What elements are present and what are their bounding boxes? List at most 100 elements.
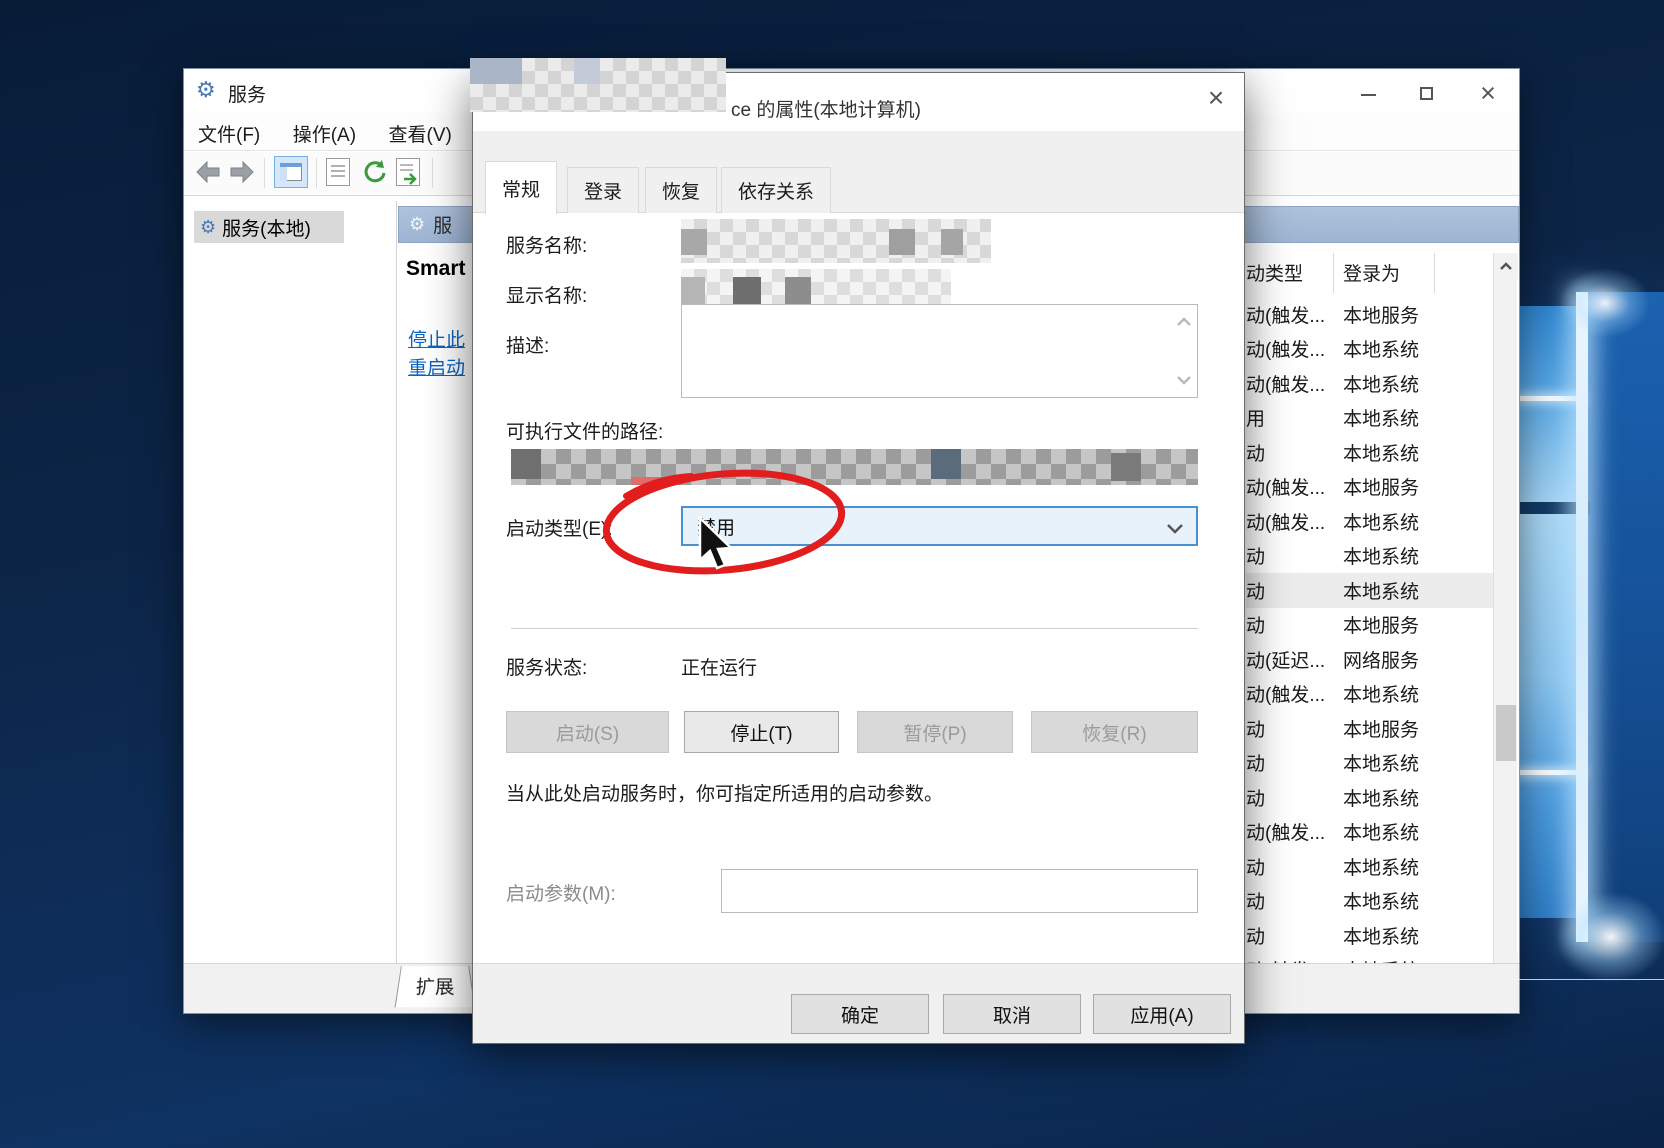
- tree-item-services-local[interactable]: ⚙ 服务(本地): [194, 211, 344, 243]
- table-row[interactable]: 动本地系统: [1246, 435, 1493, 470]
- row-logon-as: 本地系统: [1343, 439, 1419, 466]
- start-params-hint: 当从此处启动服务时，你可指定所适用的启动参数。: [506, 779, 943, 806]
- table-row[interactable]: 动(触发...本地系统: [1246, 366, 1493, 401]
- table-row[interactable]: 动本地系统: [1246, 849, 1493, 884]
- service-status-value: 正在运行: [681, 653, 757, 680]
- row-logon-as: 本地系统: [1343, 404, 1419, 431]
- row-startup-type: 动(触发...: [1246, 370, 1343, 397]
- menu-file[interactable]: 文件(F): [184, 113, 274, 147]
- stop-button[interactable]: 停止(T): [684, 711, 839, 753]
- minimize-button[interactable]: [1345, 79, 1391, 109]
- exe-path-label: 可执行文件的路径:: [506, 417, 663, 444]
- column-separator[interactable]: [1434, 253, 1435, 293]
- apply-button[interactable]: 应用(A): [1093, 994, 1231, 1034]
- censored-dialog-title: [470, 58, 726, 112]
- tab-logon[interactable]: 登录: [567, 167, 639, 213]
- export-list-icon[interactable]: [396, 158, 420, 186]
- row-logon-as: 本地系统: [1343, 370, 1419, 397]
- table-row[interactable]: 动(触发...本地系统: [1246, 332, 1493, 367]
- description-label: 描述:: [506, 331, 549, 358]
- scroll-up-icon[interactable]: [1494, 253, 1518, 279]
- row-startup-type: 动: [1246, 749, 1343, 776]
- resume-button[interactable]: 恢复(R): [1031, 711, 1198, 753]
- textarea-scroll-down-icon[interactable]: [1176, 375, 1192, 385]
- row-logon-as: 网络服务: [1343, 646, 1419, 673]
- scrollbar-thumb[interactable]: [1496, 705, 1516, 761]
- start-params-label: 启动参数(M):: [506, 879, 616, 906]
- maximize-button[interactable]: [1403, 79, 1449, 109]
- table-row[interactable]: 动本地系统: [1246, 539, 1493, 574]
- column-header-logon-as[interactable]: 登录为: [1343, 259, 1400, 286]
- row-startup-type: 动(触发...: [1246, 508, 1343, 535]
- row-logon-as: 本地系统: [1343, 508, 1419, 535]
- tab-dependencies[interactable]: 依存关系: [721, 167, 831, 213]
- service-properties-dialog: ce 的属性(本地计算机) × 常规 登录 恢复 依存关系 服务名称: 显示名称…: [472, 72, 1245, 1044]
- row-startup-type: 动(触发...: [1246, 335, 1343, 362]
- back-icon[interactable]: [194, 160, 222, 186]
- dialog-close-icon[interactable]: ×: [1196, 79, 1236, 119]
- display-name-label: 显示名称:: [506, 281, 587, 308]
- pause-button[interactable]: 暂停(P): [857, 711, 1013, 753]
- description-textarea[interactable]: [681, 304, 1198, 398]
- textarea-scroll-up-icon[interactable]: [1176, 317, 1192, 327]
- dialog-title: ce 的属性(本地计算机): [731, 95, 921, 122]
- table-row[interactable]: 动(触发...本地系统: [1246, 504, 1493, 539]
- row-startup-type: 动: [1246, 577, 1343, 604]
- wallpaper-window-glow: [1520, 292, 1664, 942]
- table-row[interactable]: 动(延迟...网络服务: [1246, 642, 1493, 677]
- row-logon-as: 本地系统: [1343, 577, 1419, 604]
- table-row[interactable]: 动(触发...本地系统: [1246, 677, 1493, 712]
- list-scrollbar[interactable]: [1493, 253, 1517, 979]
- stop-service-link[interactable]: 停止此: [408, 325, 465, 352]
- row-logon-as: 本地系统: [1343, 784, 1419, 811]
- services-list-rows: 动(触发...本地服务动(触发...本地系统动(触发...本地系统用本地系统动本…: [1246, 297, 1493, 979]
- column-separator[interactable]: [1333, 253, 1334, 293]
- row-logon-as: 本地服务: [1343, 301, 1419, 328]
- selected-service-name-partial: Smart: [406, 257, 466, 281]
- tab-extended[interactable]: 扩展: [395, 966, 476, 1007]
- console-tree-toggle-icon[interactable]: [274, 156, 308, 188]
- row-logon-as: 本地系统: [1343, 818, 1419, 845]
- forward-icon[interactable]: [228, 160, 256, 186]
- row-startup-type: 动: [1246, 784, 1343, 811]
- refresh-icon[interactable]: [360, 158, 390, 188]
- row-logon-as: 本地服务: [1343, 473, 1419, 500]
- column-header-startup-type[interactable]: 动类型: [1246, 259, 1303, 286]
- tree-item-label: 服务(本地): [222, 214, 311, 241]
- table-row[interactable]: 动本地服务: [1246, 711, 1493, 746]
- table-row[interactable]: 动本地系统: [1246, 780, 1493, 815]
- window-title: 服务: [228, 80, 266, 107]
- row-startup-type: 动: [1246, 922, 1343, 949]
- cancel-button[interactable]: 取消: [943, 994, 1081, 1034]
- row-startup-type: 动: [1246, 853, 1343, 880]
- table-row[interactable]: 动本地系统: [1246, 573, 1493, 608]
- tab-strip: 常规 登录 恢复 依存关系: [473, 131, 1244, 213]
- mouse-cursor: [698, 516, 746, 576]
- table-row[interactable]: 动本地系统: [1246, 918, 1493, 953]
- table-row[interactable]: 动(触发...本地服务: [1246, 470, 1493, 505]
- start-button[interactable]: 启动(S): [506, 711, 669, 753]
- start-params-input[interactable]: [721, 869, 1198, 913]
- table-row[interactable]: 动本地服务: [1246, 608, 1493, 643]
- table-row[interactable]: 动本地系统: [1246, 884, 1493, 919]
- row-startup-type: 动(延迟...: [1246, 646, 1343, 673]
- dialog-bottom-bar: 确定 取消 应用(A): [473, 963, 1244, 1043]
- table-row[interactable]: 用本地系统: [1246, 401, 1493, 436]
- services-node-icon: ⚙: [200, 217, 216, 238]
- separator: [511, 628, 1198, 629]
- properties-icon[interactable]: [326, 158, 350, 186]
- menu-view[interactable]: 查看(V): [375, 113, 466, 147]
- table-row[interactable]: 动本地系统: [1246, 746, 1493, 781]
- menu-action[interactable]: 操作(A): [279, 113, 370, 147]
- restart-service-link[interactable]: 重启动: [408, 353, 465, 380]
- window-close-button[interactable]: ×: [1465, 79, 1511, 109]
- tab-recovery[interactable]: 恢复: [645, 167, 717, 213]
- console-tree-panel: ⚙ 服务(本地): [186, 201, 397, 963]
- ok-button[interactable]: 确定: [791, 994, 929, 1034]
- row-logon-as: 本地系统: [1343, 335, 1419, 362]
- table-row[interactable]: 动(触发...本地服务: [1246, 297, 1493, 332]
- row-logon-as: 本地系统: [1343, 853, 1419, 880]
- table-row[interactable]: 动(触发...本地系统: [1246, 815, 1493, 850]
- tab-general[interactable]: 常规: [485, 161, 557, 214]
- row-logon-as: 本地系统: [1343, 680, 1419, 707]
